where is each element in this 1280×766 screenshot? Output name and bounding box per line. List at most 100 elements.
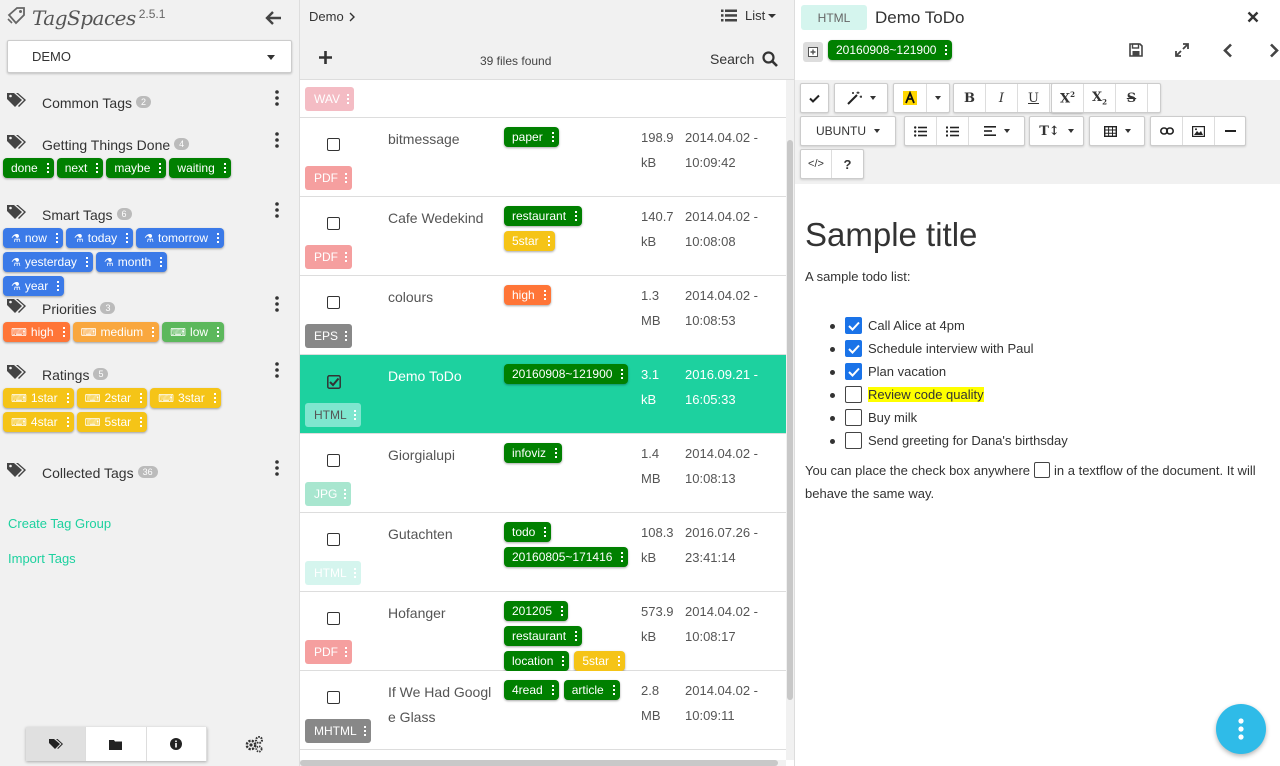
tag[interactable]: next bbox=[56, 158, 104, 178]
file-tag[interactable]: location bbox=[504, 651, 570, 671]
tag[interactable]: ⚗ month bbox=[95, 252, 168, 272]
file-row[interactable]: EPS colours high 1.3 MB 2014.04.02 - 10:… bbox=[300, 276, 786, 355]
tag-group-header[interactable]: Smart Tags 6 bbox=[0, 202, 300, 226]
strikethrough-button[interactable]: S bbox=[1116, 84, 1148, 112]
file-tag[interactable]: 4read bbox=[504, 680, 559, 700]
file-extension-badge[interactable]: MHTML bbox=[305, 719, 371, 743]
tag[interactable]: ⚗ today bbox=[65, 228, 134, 248]
file-checkbox[interactable] bbox=[327, 612, 340, 625]
insert-image-button[interactable] bbox=[1183, 117, 1215, 145]
todo-checkbox[interactable] bbox=[845, 363, 862, 380]
tab-folders[interactable] bbox=[86, 727, 147, 761]
tag-group-header[interactable]: Common Tags 2 bbox=[0, 90, 300, 114]
bold-button[interactable]: B bbox=[954, 84, 986, 112]
add-tag-button[interactable] bbox=[803, 42, 823, 62]
file-extension-badge[interactable]: JPG bbox=[305, 482, 352, 506]
more-actions-button[interactable] bbox=[1216, 704, 1266, 754]
file-extension-badge[interactable]: HTML bbox=[305, 403, 361, 427]
tab-info[interactable] bbox=[146, 727, 207, 761]
file-checkbox[interactable] bbox=[327, 454, 340, 467]
file-row[interactable]: HTML Gutachten todo 20160805~171416 108.3… bbox=[300, 513, 786, 592]
collapse-panel-button[interactable] bbox=[264, 8, 284, 28]
file-extension-badge[interactable]: PDF bbox=[305, 640, 352, 664]
superscript-button[interactable]: X2 bbox=[1052, 84, 1084, 112]
font-family-dropdown[interactable]: UBUNTU bbox=[801, 117, 895, 145]
file-tag[interactable]: infoviz bbox=[504, 443, 563, 463]
file-extension-badge[interactable]: PDF bbox=[305, 166, 352, 190]
italic-button[interactable]: I bbox=[986, 84, 1018, 112]
insert-link-button[interactable] bbox=[1151, 117, 1183, 145]
create-file-button[interactable] bbox=[318, 50, 333, 65]
previous-file-button[interactable] bbox=[1205, 40, 1251, 60]
style-dropdown[interactable] bbox=[835, 84, 887, 112]
file-tag[interactable]: 20160908~121900 bbox=[504, 364, 629, 384]
file-row[interactable]: WAV kB 13:33:06 bbox=[300, 80, 786, 118]
file-row[interactable]: PDF Hofanger 201205 restaurant location 5st… bbox=[300, 592, 786, 671]
file-checkbox[interactable] bbox=[327, 691, 340, 704]
highlight-color-button[interactable] bbox=[894, 84, 927, 112]
file-tag[interactable]: todo bbox=[504, 522, 552, 542]
tag[interactable]: done bbox=[3, 158, 54, 178]
help-button[interactable]: ? bbox=[832, 150, 863, 178]
file-tag[interactable]: 5star bbox=[504, 231, 555, 251]
tag-group-menu-button[interactable] bbox=[275, 90, 285, 110]
search-button[interactable]: Search bbox=[710, 51, 779, 67]
file-checkbox[interactable] bbox=[327, 533, 340, 546]
tab-tags[interactable] bbox=[26, 727, 87, 761]
inline-checkbox[interactable] bbox=[1034, 462, 1051, 478]
file-row[interactable]: MHTML If We Had Google Glass 4read articl… bbox=[300, 671, 786, 750]
file-checkbox[interactable] bbox=[327, 217, 340, 230]
horizontal-scrollbar[interactable] bbox=[300, 760, 786, 766]
tag-group-menu-button[interactable] bbox=[275, 132, 285, 152]
tag[interactable]: ⌨ 2star bbox=[76, 388, 148, 408]
font-size-dropdown[interactable]: T↕ bbox=[1030, 117, 1083, 145]
tag[interactable]: ⌨ 5star bbox=[76, 412, 148, 432]
file-tag[interactable]: high bbox=[504, 285, 551, 305]
done-button[interactable] bbox=[801, 84, 828, 112]
tag-group-menu-button[interactable] bbox=[275, 362, 285, 382]
table-dropdown[interactable] bbox=[1090, 117, 1144, 145]
todo-checkbox[interactable] bbox=[845, 432, 862, 449]
file-tag[interactable]: 5star bbox=[574, 651, 626, 671]
tag[interactable]: ⌨ 4star bbox=[3, 412, 74, 432]
file-tag[interactable]: 20160908~121900 bbox=[828, 40, 953, 60]
tag[interactable]: waiting bbox=[169, 158, 231, 178]
underline-button[interactable]: U bbox=[1018, 84, 1050, 112]
file-tag[interactable]: paper bbox=[504, 127, 559, 147]
align-dropdown[interactable] bbox=[969, 117, 1024, 145]
tag[interactable]: ⚗ yesterday bbox=[3, 252, 93, 272]
file-tag[interactable]: restaurant bbox=[504, 206, 583, 226]
file-extension-badge[interactable]: HTML bbox=[305, 561, 361, 585]
tag[interactable]: ⌨ medium bbox=[72, 322, 160, 342]
file-row[interactable]: PDF Cafe Wedekind restaurant 5star 140.7 … bbox=[300, 197, 786, 276]
bullet-list-button[interactable] bbox=[905, 117, 937, 145]
tag-group-menu-button[interactable] bbox=[275, 460, 285, 480]
file-extension-badge[interactable]: EPS bbox=[305, 324, 353, 348]
tag-group-header[interactable]: Getting Things Done 4 bbox=[0, 132, 300, 156]
todo-checkbox[interactable] bbox=[845, 409, 862, 426]
close-viewer-button[interactable] bbox=[1247, 11, 1259, 23]
tag-group-menu-button[interactable] bbox=[275, 202, 285, 222]
tag[interactable]: ⌨ 3star bbox=[150, 388, 221, 408]
subscript-button[interactable]: X2 bbox=[1084, 84, 1116, 112]
fullscreen-button[interactable] bbox=[1159, 40, 1205, 60]
file-row[interactable]: JPG Giorgialupi infoviz 1.4 MB 2014.04.0… bbox=[300, 434, 786, 513]
location-select[interactable]: DEMO bbox=[7, 40, 292, 73]
view-mode-button[interactable]: List bbox=[721, 8, 777, 23]
tag[interactable]: ⌨ low bbox=[162, 322, 225, 342]
file-title[interactable]: Demo ToDo bbox=[875, 8, 964, 28]
tag[interactable]: ⚗ year bbox=[3, 276, 65, 296]
file-checkbox[interactable] bbox=[327, 138, 340, 151]
tag[interactable]: ⌨ high bbox=[3, 322, 70, 342]
todo-checkbox[interactable] bbox=[845, 317, 862, 334]
file-tag[interactable]: article bbox=[563, 680, 620, 700]
document-content[interactable]: Sample title A sample todo list: Call Al… bbox=[795, 184, 1280, 766]
next-file-button[interactable] bbox=[1251, 40, 1280, 60]
file-tag[interactable]: restaurant bbox=[504, 626, 583, 646]
breadcrumb-folder[interactable]: Demo bbox=[309, 9, 344, 24]
tag[interactable]: ⚗ now bbox=[3, 228, 63, 248]
file-checkbox[interactable] bbox=[327, 375, 341, 389]
create-tag-group-link[interactable]: Create Tag Group bbox=[8, 516, 111, 531]
file-checkbox[interactable] bbox=[327, 296, 340, 309]
tag-group-header[interactable]: Priorities 3 bbox=[0, 296, 300, 320]
